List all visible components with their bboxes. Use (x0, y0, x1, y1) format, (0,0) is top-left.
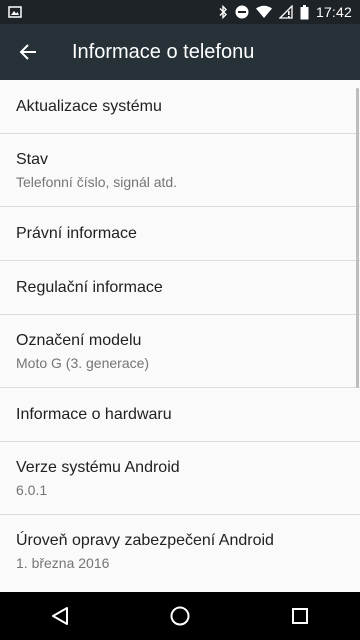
item-title: Aktualizace systému (16, 97, 162, 115)
item-title: Verze systému Android (16, 458, 180, 476)
no-signal-icon (278, 5, 293, 19)
status-time: 17:42 (315, 4, 352, 20)
wifi-icon (255, 5, 272, 19)
settings-item-android-version[interactable]: Verze systému Android 6.0.1 (0, 442, 360, 515)
item-summary: 6.0.1 (16, 481, 48, 498)
image-notification-icon (8, 5, 22, 19)
scrollbar[interactable] (356, 88, 359, 388)
item-title: Stav (16, 150, 49, 168)
nav-home-button[interactable] (150, 592, 210, 640)
settings-item-legal-info[interactable]: Právní informace (0, 207, 360, 261)
item-title: Označení modelu (16, 331, 142, 349)
item-title: Právní informace (16, 224, 137, 242)
item-title: Úroveň opravy zabezpečení Android (16, 532, 274, 549)
back-button[interactable] (0, 24, 56, 80)
do-not-disturb-icon (235, 5, 249, 19)
item-title: Regulační informace (16, 278, 163, 296)
settings-item-regulatory-info[interactable]: Regulační informace (0, 261, 360, 315)
back-triangle-icon (51, 606, 69, 626)
settings-item-model[interactable]: Označení modelu Moto G (3. generace) (0, 315, 360, 388)
settings-item-security-patch[interactable]: Úroveň opravy zabezpečení Android 1. bře… (0, 515, 360, 588)
settings-item-hardware-info[interactable]: Informace o hardwaru (0, 388, 360, 442)
item-summary: Telefonní číslo, signál atd. (16, 173, 178, 190)
home-circle-icon (170, 606, 190, 626)
nav-recents-button[interactable] (270, 592, 330, 640)
settings-item-status[interactable]: Stav Telefonní číslo, signál atd. (0, 134, 360, 207)
navigation-bar (0, 592, 360, 640)
page-title: Informace o telefonu (72, 40, 255, 63)
toolbar: Informace o telefonu (0, 24, 360, 80)
settings-item-system-update[interactable]: Aktualizace systému (0, 80, 360, 134)
item-title: Informace o hardwaru (16, 405, 172, 423)
battery-icon (300, 4, 309, 20)
bluetooth-icon (218, 5, 228, 19)
arrow-back-icon (19, 43, 37, 61)
nav-back-button[interactable] (30, 592, 90, 640)
item-summary: 1. března 2016 (16, 555, 110, 571)
status-bar: 17:42 (0, 0, 360, 24)
settings-list: Aktualizace systému Stav Telefonní číslo… (0, 80, 360, 592)
recents-square-icon (291, 607, 309, 625)
item-summary: Moto G (3. generace) (16, 354, 150, 371)
